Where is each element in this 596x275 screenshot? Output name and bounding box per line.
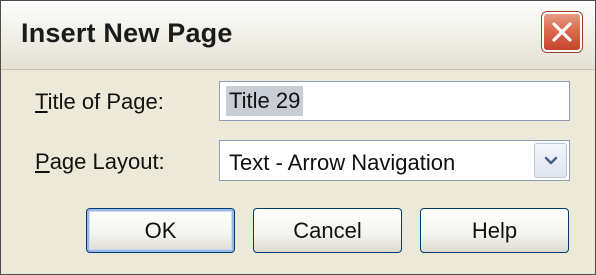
title-bar[interactable]: Insert New Page: [1, 1, 595, 70]
cancel-button[interactable]: Cancel: [253, 208, 402, 253]
close-button[interactable]: [542, 12, 582, 52]
page-layout-dropdown-button[interactable]: [534, 143, 567, 178]
title-of-page-input[interactable]: Title 29: [219, 81, 570, 121]
title-label-accesskey: T: [35, 89, 48, 114]
page-layout-label: Page Layout:: [35, 149, 165, 175]
page-layout-select[interactable]: Text - Arrow Navigation: [219, 140, 570, 181]
ok-button[interactable]: OK: [86, 208, 235, 253]
help-button[interactable]: Help: [420, 208, 569, 253]
page-layout-value: Text - Arrow Navigation: [229, 150, 456, 175]
close-icon: [552, 22, 572, 42]
title-of-page-value: Title 29: [226, 86, 304, 116]
dialog-title: Insert New Page: [21, 18, 233, 48]
title-of-page-label: Title of Page:: [35, 89, 164, 115]
layout-label-accesskey: P: [35, 149, 50, 174]
layout-label-text: age Layout:: [49, 149, 165, 174]
title-label-text: itle of Page:: [47, 89, 164, 114]
insert-new-page-dialog: Insert New Page Title of Page: Title 29 …: [0, 0, 596, 275]
chevron-down-icon: [544, 156, 558, 165]
